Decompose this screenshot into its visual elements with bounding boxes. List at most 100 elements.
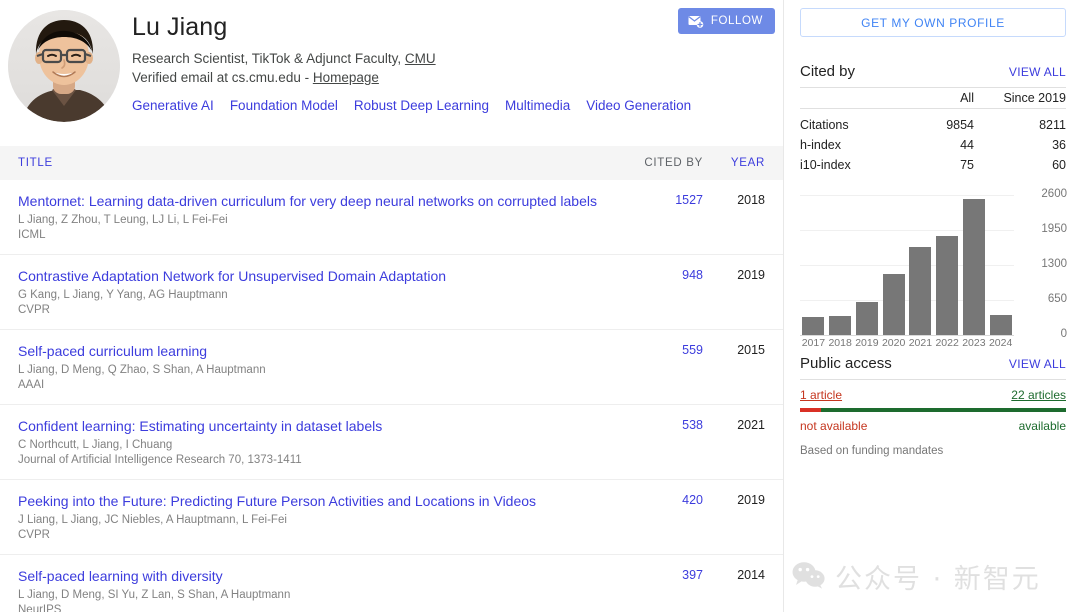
chart-x-tick-label[interactable]: 2019 bbox=[854, 337, 880, 349]
chart-x-tick-label[interactable]: 2020 bbox=[881, 337, 907, 349]
page-title: Lu Jiang bbox=[132, 12, 771, 42]
stats-row-all: 44 bbox=[896, 135, 974, 155]
table-header-row: All Since 2019 bbox=[800, 88, 1066, 109]
progress-segment-not-available bbox=[800, 408, 821, 412]
publication-title-link[interactable]: Peeking into the Future: Predicting Futu… bbox=[18, 492, 605, 510]
interest-tag-foundation-model[interactable]: Foundation Model bbox=[230, 98, 338, 113]
publication-cited-by-link[interactable]: 1527 bbox=[617, 192, 703, 207]
follow-button-label: FOLLOW bbox=[711, 15, 763, 27]
publication-title-link[interactable]: Self-paced curriculum learning bbox=[18, 342, 605, 360]
publication-cited-by-link[interactable]: 397 bbox=[617, 567, 703, 582]
chart-x-tick-label[interactable]: 2024 bbox=[988, 337, 1014, 349]
get-my-own-profile-button[interactable]: GET MY OWN PROFILE bbox=[800, 8, 1066, 37]
affiliation-text: Research Scientist, TikTok & Adjunct Fac… bbox=[132, 51, 405, 66]
chart-bar[interactable] bbox=[802, 317, 824, 335]
affiliation-link-cmu[interactable]: CMU bbox=[405, 51, 436, 66]
publication-year: 2015 bbox=[703, 342, 765, 357]
wechat-icon bbox=[792, 561, 826, 592]
publication-venue: CVPR bbox=[18, 303, 605, 318]
chart-y-tick-label: 0 bbox=[1019, 328, 1067, 340]
publication-info: Mentornet: Learning data-driven curricul… bbox=[18, 192, 617, 243]
envelope-plus-icon bbox=[688, 15, 704, 28]
chart-bar[interactable] bbox=[883, 274, 905, 335]
chart-plot-area bbox=[800, 195, 1014, 335]
get-my-own-profile-label: GET MY OWN PROFILE bbox=[861, 16, 1005, 30]
available-count-link[interactable]: 22 articles bbox=[1011, 388, 1066, 402]
chart-y-tick-label: 2600 bbox=[1019, 188, 1067, 200]
stats-row: Citations98548211 bbox=[800, 109, 1066, 136]
available-label: available bbox=[1019, 419, 1066, 433]
chart-bar[interactable] bbox=[909, 247, 931, 335]
follow-button[interactable]: FOLLOW bbox=[678, 8, 775, 34]
publication-title-link[interactable]: Confident learning: Estimating uncertain… bbox=[18, 417, 605, 435]
publication-authors: L Jiang, Z Zhou, T Leung, LJ Li, L Fei-F… bbox=[18, 213, 605, 228]
interest-tag-robust-deep-learning[interactable]: Robust Deep Learning bbox=[354, 98, 489, 113]
homepage-link[interactable]: Homepage bbox=[313, 70, 379, 85]
public-access-title: Public access bbox=[800, 355, 892, 372]
chart-x-tick-label[interactable]: 2017 bbox=[800, 337, 826, 349]
chart-bar[interactable] bbox=[856, 302, 878, 335]
publication-info: Self-paced curriculum learning L Jiang, D… bbox=[18, 342, 617, 393]
not-available-count-link[interactable]: 1 article bbox=[800, 388, 842, 402]
publication-cited-by-link[interactable]: 420 bbox=[617, 492, 703, 507]
publication-cited-by-link[interactable]: 538 bbox=[617, 417, 703, 432]
table-row: Confident learning: Estimating uncertain… bbox=[0, 405, 783, 480]
stats-row-label: i10-index bbox=[800, 155, 896, 175]
avatar-container bbox=[8, 8, 132, 122]
column-header-year[interactable]: YEAR bbox=[703, 157, 765, 169]
interest-tags: Generative AI Foundation Model Robust Deep… bbox=[132, 97, 771, 115]
publication-authors: L Jiang, D Meng, SI Yu, Z Lan, S Shan, A… bbox=[18, 588, 605, 603]
stats-row-since: 60 bbox=[974, 155, 1066, 175]
avatar[interactable] bbox=[8, 10, 120, 122]
public-access-labels: not available available bbox=[800, 419, 1066, 433]
publication-info: Contrastive Adaptation Network for Unsup… bbox=[18, 267, 617, 318]
public-access-counts: 1 article 22 articles bbox=[800, 388, 1066, 402]
citation-stats-table: All Since 2019 Citations98548211h-index4… bbox=[800, 87, 1066, 175]
chart-x-tick-label[interactable]: 2021 bbox=[907, 337, 933, 349]
cited-by-header: Cited by VIEW ALL bbox=[800, 63, 1066, 87]
publication-info: Self-paced learning with diversity L Jian… bbox=[18, 567, 617, 612]
public-access-note: Based on funding mandates bbox=[800, 445, 1066, 457]
chart-x-tick-label[interactable]: 2022 bbox=[934, 337, 960, 349]
publication-cited-by-link[interactable]: 948 bbox=[617, 267, 703, 282]
citation-stats-body: Citations98548211h-index4436i10-index756… bbox=[800, 109, 1066, 176]
cited-by-view-all-link[interactable]: VIEW ALL bbox=[1009, 65, 1066, 79]
publication-title-link[interactable]: Self-paced learning with diversity bbox=[18, 567, 605, 585]
stats-corner-cell bbox=[800, 88, 896, 109]
cited-by-title: Cited by bbox=[800, 63, 855, 80]
publication-authors: L Jiang, D Meng, Q Zhao, S Shan, A Haupt… bbox=[18, 363, 605, 378]
chart-bar[interactable] bbox=[829, 316, 851, 335]
publication-venue: AAAI bbox=[18, 378, 605, 393]
interest-tag-video-generation[interactable]: Video Generation bbox=[586, 98, 691, 113]
interest-tag-multimedia[interactable]: Multimedia bbox=[505, 98, 570, 113]
column-header-title[interactable]: TITLE bbox=[18, 157, 617, 169]
publication-year: 2019 bbox=[703, 267, 765, 282]
chart-x-tick-label[interactable]: 2023 bbox=[961, 337, 987, 349]
table-row: Contrastive Adaptation Network for Unsup… bbox=[0, 255, 783, 330]
stats-row-all: 75 bbox=[896, 155, 974, 175]
stats-col-all: All bbox=[896, 88, 974, 109]
profile-photo bbox=[8, 10, 120, 122]
stats-row-label: Citations bbox=[800, 109, 896, 136]
publications-list: Mentornet: Learning data-driven curricul… bbox=[0, 180, 783, 612]
publication-venue: NeurIPS bbox=[18, 603, 605, 612]
chart-bar[interactable] bbox=[990, 315, 1012, 335]
public-access-view-all-link[interactable]: VIEW ALL bbox=[1009, 357, 1066, 371]
interest-tag-generative-ai[interactable]: Generative AI bbox=[132, 98, 214, 113]
chart-bar[interactable] bbox=[963, 199, 985, 335]
publication-info: Confident learning: Estimating uncertain… bbox=[18, 417, 617, 468]
main-content: Lu Jiang Research Scientist, TikTok & Ad… bbox=[0, 0, 783, 612]
publication-title-link[interactable]: Mentornet: Learning data-driven curricul… bbox=[18, 192, 605, 210]
column-header-cited-by[interactable]: CITED BY bbox=[617, 157, 703, 169]
stats-row-since: 36 bbox=[974, 135, 1066, 155]
chart-x-tick-label[interactable]: 2018 bbox=[827, 337, 853, 349]
table-row: Mentornet: Learning data-driven curricul… bbox=[0, 180, 783, 255]
publication-cited-by-link[interactable]: 559 bbox=[617, 342, 703, 357]
publications-table-header: TITLE CITED BY YEAR bbox=[0, 146, 783, 180]
chart-bar[interactable] bbox=[936, 236, 958, 335]
publication-title-link[interactable]: Contrastive Adaptation Network for Unsup… bbox=[18, 267, 605, 285]
publication-venue: Journal of Artificial Intelligence Resea… bbox=[18, 453, 605, 468]
publication-authors: C Northcutt, L Jiang, I Chuang bbox=[18, 438, 605, 453]
not-available-label: not available bbox=[800, 419, 867, 433]
chart-y-tick-label: 1300 bbox=[1019, 258, 1067, 270]
